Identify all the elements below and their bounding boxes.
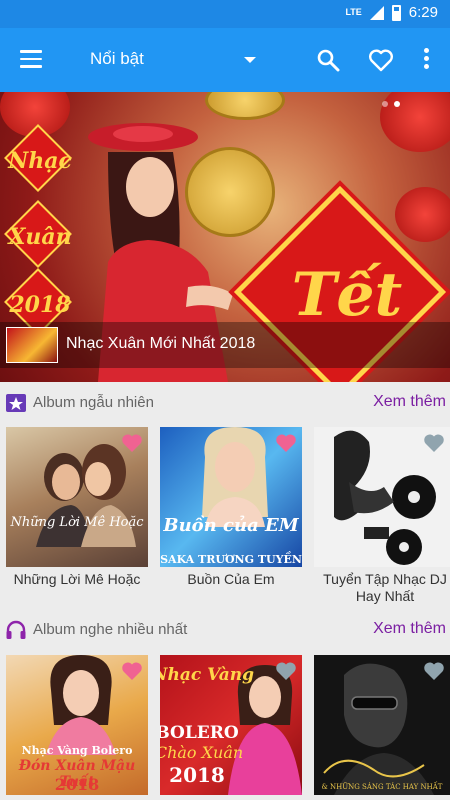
section-header-random-albums: Album ngẫu nhiên Xem thêm [0, 382, 450, 422]
network-type: LTE [345, 7, 362, 17]
favorite-heart-icon[interactable] [121, 661, 143, 681]
banner-caption: Nhạc Xuân Mới Nhất 2018 [66, 335, 256, 352]
album-title: Những Lời Mê Hoặc [13, 571, 141, 587]
featured-banner[interactable]: Nhạc Xuân 2018 Tết Nhạc Xuân Mới Nhất 20… [0, 92, 450, 382]
search-icon[interactable] [316, 48, 340, 72]
banner-thumbnail [6, 327, 58, 363]
favorites-heart-icon[interactable] [368, 48, 394, 72]
banner-art-text: Nhạc [8, 148, 72, 174]
headphones-icon [6, 620, 26, 639]
category-selector[interactable]: Nổi bật [90, 49, 144, 69]
dropdown-arrow-icon[interactable] [244, 57, 256, 63]
section-title: Album ngẫu nhiên [33, 394, 154, 411]
cover-small-title: & NHỮNG SÁNG TÁC HAY NHẤT [321, 783, 443, 791]
cover-year: 2018 [169, 763, 225, 787]
carousel-indicator [382, 101, 400, 107]
favorite-heart-icon[interactable] [275, 661, 297, 681]
banner-art-text: 2018 [9, 292, 71, 318]
favorite-heart-icon[interactable] [423, 433, 445, 453]
favorite-heart-icon[interactable] [275, 433, 297, 453]
see-more-link[interactable]: Xem thêm [373, 393, 446, 411]
cover-artist: SAKA TRƯƠNG TUYỀN [160, 553, 302, 566]
cover-title: Buồn của EM [163, 515, 299, 536]
favorite-heart-icon[interactable] [121, 433, 143, 453]
see-more-link[interactable]: Xem thêm [373, 620, 446, 638]
cover-small-title: Nhạc Vàng [160, 665, 255, 685]
clock: 6:29 [408, 4, 438, 21]
favorite-heart-icon[interactable] [423, 661, 445, 681]
menu-icon[interactable] [20, 50, 42, 70]
more-options-icon[interactable] [424, 48, 430, 72]
cover-title: BOLERO [160, 723, 239, 743]
album-title: Tuyển Tập Nhạc DJ Hay Nhất [323, 571, 447, 604]
banner-caption-bar[interactable]: Nhạc Xuân Mới Nhất 2018 [0, 322, 450, 368]
section-title: Album nghe nhiều nhất [33, 621, 188, 638]
cover-small-title: Nhạc Vàng Bolero [21, 744, 133, 757]
album-title: Buồn Của Em [187, 571, 275, 587]
banner-art-title: Tết [291, 260, 403, 330]
battery-icon [391, 4, 401, 21]
status-bar: LTE 6:29 [0, 0, 450, 28]
cover-subtitle: Chào Xuân [160, 743, 244, 762]
signal-icon [369, 5, 384, 20]
cover-title: Những Lời Mê Hoặc [10, 515, 144, 530]
banner-art-text: Xuân [8, 224, 72, 250]
star-badge-icon [6, 394, 26, 412]
cover-year: 2018 [54, 775, 100, 794]
section-header-most-played: Album nghe nhiều nhất Xem thêm [0, 609, 450, 649]
app-bar: Nổi bật [0, 28, 450, 92]
